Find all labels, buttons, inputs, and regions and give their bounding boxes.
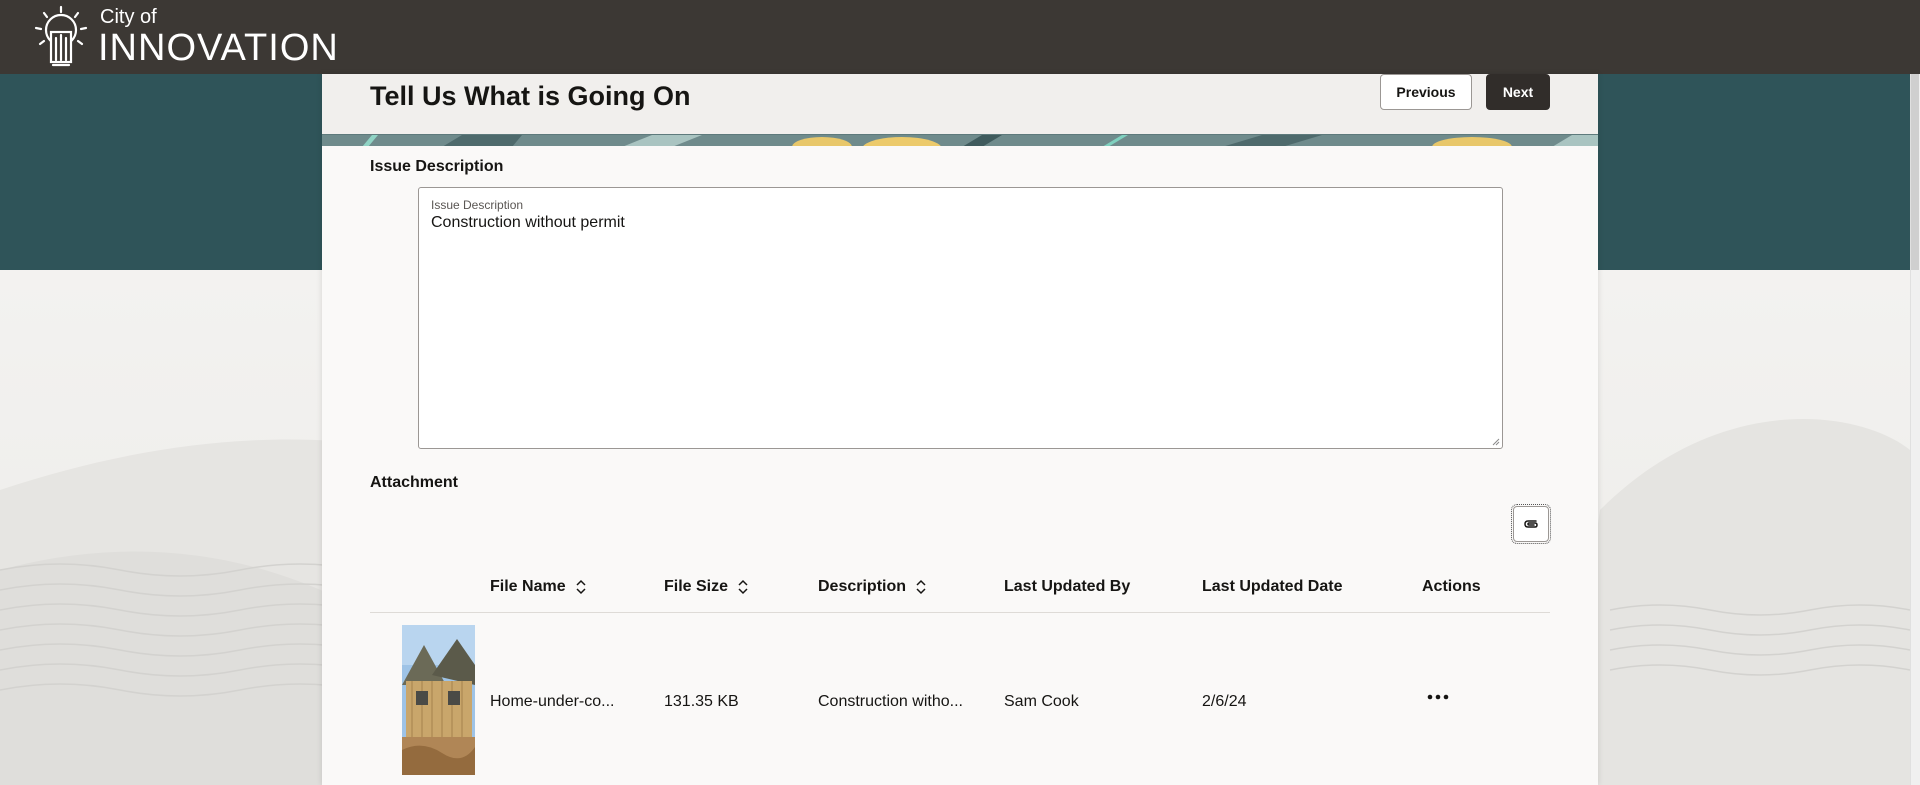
table-header: File Name File Size Description Last Upd…: [370, 561, 1550, 613]
issue-description-heading: Issue Description: [370, 158, 504, 175]
column-last-updated-date: Last Updated Date: [1202, 578, 1343, 595]
column-file-name[interactable]: File Name: [490, 561, 586, 613]
top-bar: City of INNOVATION: [0, 0, 1920, 74]
more-actions-icon[interactable]: [1426, 693, 1450, 701]
paperclip-icon: [1524, 520, 1538, 528]
cell-file-name[interactable]: Home-under-co...: [490, 613, 615, 785]
cell-last-updated-by: Sam Cook: [1004, 693, 1079, 710]
city-logo[interactable]: City of INNOVATION: [30, 4, 339, 70]
issue-description-field-label: Issue Description: [431, 198, 524, 212]
cell-file-size: 131.35 KB: [664, 693, 739, 710]
add-attachment-button[interactable]: [1511, 504, 1551, 544]
cell-last-updated-date: 2/6/24: [1202, 693, 1247, 710]
decorative-banner: [322, 134, 1598, 146]
issue-description-textarea[interactable]: Issue Description Construction without p…: [418, 187, 1503, 449]
page-title: Tell Us What is Going On: [370, 81, 691, 111]
column-label: Description: [818, 578, 907, 595]
column-actions: Actions: [1422, 578, 1481, 595]
attachments-table: File Name File Size Description Last Upd…: [370, 561, 1550, 785]
resize-grip-icon[interactable]: [1492, 438, 1500, 446]
column-label: File Size: [664, 578, 729, 595]
scrollbar-thumb[interactable]: [1911, 74, 1919, 270]
previous-button[interactable]: Previous: [1380, 74, 1472, 110]
table-row[interactable]: Home-under-co... 131.35 KB Construction …: [370, 613, 1550, 785]
form-card: Tell Us What is Going On Previous Next I…: [322, 74, 1598, 785]
attachment-heading: Attachment: [370, 474, 459, 491]
card-header: Tell Us What is Going On Previous Next: [322, 74, 1598, 134]
cell-description: Construction witho...: [818, 693, 963, 710]
column-file-size[interactable]: File Size: [664, 561, 748, 613]
attachment-thumbnail[interactable]: [402, 625, 475, 775]
column-label: File Name: [490, 578, 566, 595]
sort-icon[interactable]: [916, 579, 926, 595]
next-button[interactable]: Next: [1486, 74, 1550, 110]
sort-icon[interactable]: [576, 579, 586, 595]
lightbulb-logo-icon: [34, 5, 88, 67]
issue-description-value[interactable]: Construction without permit: [431, 214, 625, 232]
logo-innovation: INNOVATION: [98, 27, 339, 69]
sort-icon[interactable]: [738, 579, 748, 595]
column-last-updated-by: Last Updated By: [1004, 578, 1131, 595]
column-description[interactable]: Description: [818, 561, 926, 613]
logo-city-of: City of: [100, 6, 157, 28]
